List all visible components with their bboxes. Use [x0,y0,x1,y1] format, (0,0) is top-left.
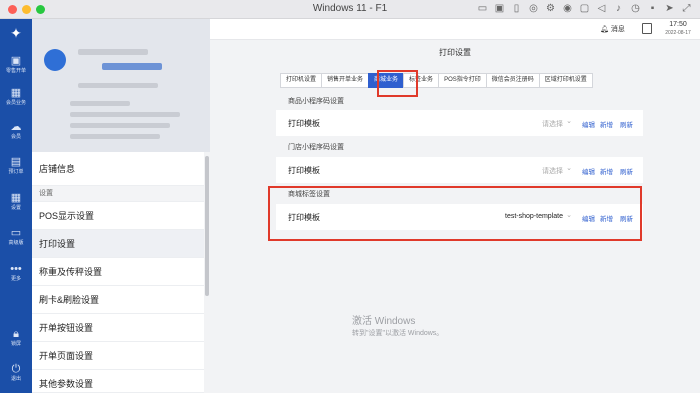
chevron-down-icon[interactable]: ⌄ [566,164,572,172]
watermark-line1: 激活 Windows [352,316,416,327]
grid-icon: ▦ [10,87,22,99]
settings-menu: 店铺信息 设置 POS显示设置 打印设置 称重及传秤设置 刷卡&刷脸设置 开单按… [32,152,204,393]
store-qr-template-row: 打印模板 请选择 ⌄ 编辑 新增 刷新 [276,157,643,183]
lock-icon[interactable]: ▪ [647,3,658,15]
rail-item-settings[interactable]: ▦ 设置 [0,192,32,212]
usb-icon[interactable]: ▯ [511,3,522,15]
watermark-line2: 转到"设置"以激活 Windows。 [352,330,444,337]
app-logo-icon: ✦ [10,25,22,41]
cashier-icon: ▣ [10,55,22,67]
print-settings-tabs: 打印机设置 销售开单业务 商城业务 标签业务 POS指令打印 微信会员注册码 区… [280,73,593,88]
template-select[interactable]: 请选择 [542,166,563,176]
menu-item-order-buttons[interactable]: 开单按钮设置 [32,314,204,342]
rail-item-member[interactable]: ☁ 会员 [0,121,32,141]
refresh-link[interactable]: 刷新 [620,166,633,176]
windows-activation-watermark: 激活 Windows 转到"设置"以激活 Windows。 [352,312,443,338]
menu-item-other-params[interactable]: 其他参数设置 [32,370,204,393]
avatar [44,49,66,71]
menu-item-store-info[interactable]: 店铺信息 [32,152,204,186]
store-profile-card [32,19,210,152]
messages-label: 消息 [610,26,625,33]
section-title-store-qr: 门店小程序码设置 [288,144,344,151]
camera-icon[interactable]: ◎ [528,3,539,15]
add-link[interactable]: 新增 [600,166,613,176]
tab-sales-order[interactable]: 销售开单业务 [321,73,370,88]
clock: 17:50 2022-08-17 [660,21,696,37]
zoom-icon[interactable]: ⤢ [681,3,692,15]
blurred-badge [102,63,162,70]
menu-scrollbar-thumb[interactable] [205,156,209,296]
blurred-line [70,101,130,106]
briefcase-icon: ▭ [10,227,22,239]
bell-icon: 🔔︎ [600,26,609,33]
menu-item-print-settings[interactable]: 打印设置 [32,230,204,258]
menu-item-card-face[interactable]: 刷卡&刷脸设置 [32,286,204,314]
edit-link[interactable]: 编辑 [582,166,595,176]
section-title-product-qr: 商品小程序码设置 [288,98,344,105]
template-select[interactable]: 请选择 [542,119,563,129]
highlight-box-tab [377,70,418,97]
speaker-icon[interactable]: ♪ [613,3,624,15]
more-icon: ••• [10,263,22,275]
rail-item-logout[interactable]: ⏻ 退出 [0,363,32,383]
clock-icon[interactable]: ◷ [630,3,641,15]
clock-date: 2022-08-17 [665,30,691,36]
chevron-down-icon[interactable]: ⌄ [566,117,572,125]
rail-item-member-business[interactable]: ▦ 会员业务 [0,87,32,107]
shared-folder-icon[interactable]: ▢ [579,3,590,15]
top-bar: 🔔︎ 消息 17:50 2022-08-17 [210,19,700,40]
tab-area-printer[interactable]: 区域打印机设置 [538,73,593,88]
blurred-line [70,112,180,117]
menu-section-settings: 设置 [32,186,204,202]
rail-item-more[interactable]: ••• 更多 [0,263,32,283]
refresh-link[interactable]: 刷新 [620,119,633,129]
edit-link[interactable]: 编辑 [582,119,595,129]
product-qr-template-row: 打印模板 请选择 ⌄ 编辑 新增 刷新 [276,110,643,136]
template-label: 打印模板 [288,119,320,128]
toolbar-icons: ▭ ▣ ▯ ◎ ⚙ ◉ ▢ ◁ ♪ ◷ ▪ ➤ ⤢ [477,3,692,15]
rail-item-premium[interactable]: ▭ 高级版 [0,227,32,247]
blurred-line [78,83,158,88]
keyboard-icon[interactable]: ▭ [477,3,488,15]
record-icon[interactable]: ◉ [562,3,573,15]
cloud-icon: ☁ [10,121,22,133]
menu-item-order-page[interactable]: 开单页面设置 [32,342,204,370]
template-label: 打印模板 [288,166,320,175]
page-title: 打印设置 [439,48,471,57]
rail-item-lock[interactable]: 🔒︎ 锁屏 [0,328,32,348]
tab-wechat-member-code[interactable]: 微信会员注册码 [485,73,540,88]
pointer-icon[interactable]: ➤ [664,3,675,15]
display-icon[interactable]: ▣ [494,3,505,15]
lock-icon: 🔒︎ [13,328,19,340]
menu-item-pos-display[interactable]: POS显示设置 [32,202,204,230]
clock-time: 17:50 [669,21,687,28]
tab-printer-settings[interactable]: 打印机设置 [280,73,323,88]
rail-item-cashier[interactable]: ▣ 零售开单 [0,55,32,75]
highlight-box-mall-label [268,186,642,241]
blurred-store-name [78,49,148,55]
audio-icon[interactable]: ◁ [596,3,607,15]
settings-icon[interactable]: ⚙ [545,3,556,15]
blurred-line [70,123,170,128]
bag-icon: ▤ [10,156,22,168]
blurred-line [70,134,160,139]
app-rail: ✦ ▣ 零售开单 ▦ 会员业务 ☁ 会员 ▤ 预订单 ▦ 设置 ▭ 高级版 ••• 更多 🔒︎… [0,19,32,393]
grid-icon: ▦ [10,192,22,204]
power-icon: ⏻ [11,363,21,375]
title-bar: Windows 11 - F1 ▭ ▣ ▯ ◎ ⚙ ◉ ▢ ◁ ♪ ◷ ▪ ➤ … [0,0,700,19]
rail-item-reservation[interactable]: ▤ 预订单 [0,156,32,176]
messages-button[interactable]: 🔔︎ 消息 [600,24,625,34]
add-link[interactable]: 新增 [600,119,613,129]
menu-item-weighing[interactable]: 称重及传秤设置 [32,258,204,286]
window-switch-icon[interactable] [642,23,652,34]
tab-pos-command-print[interactable]: POS指令打印 [438,73,487,88]
